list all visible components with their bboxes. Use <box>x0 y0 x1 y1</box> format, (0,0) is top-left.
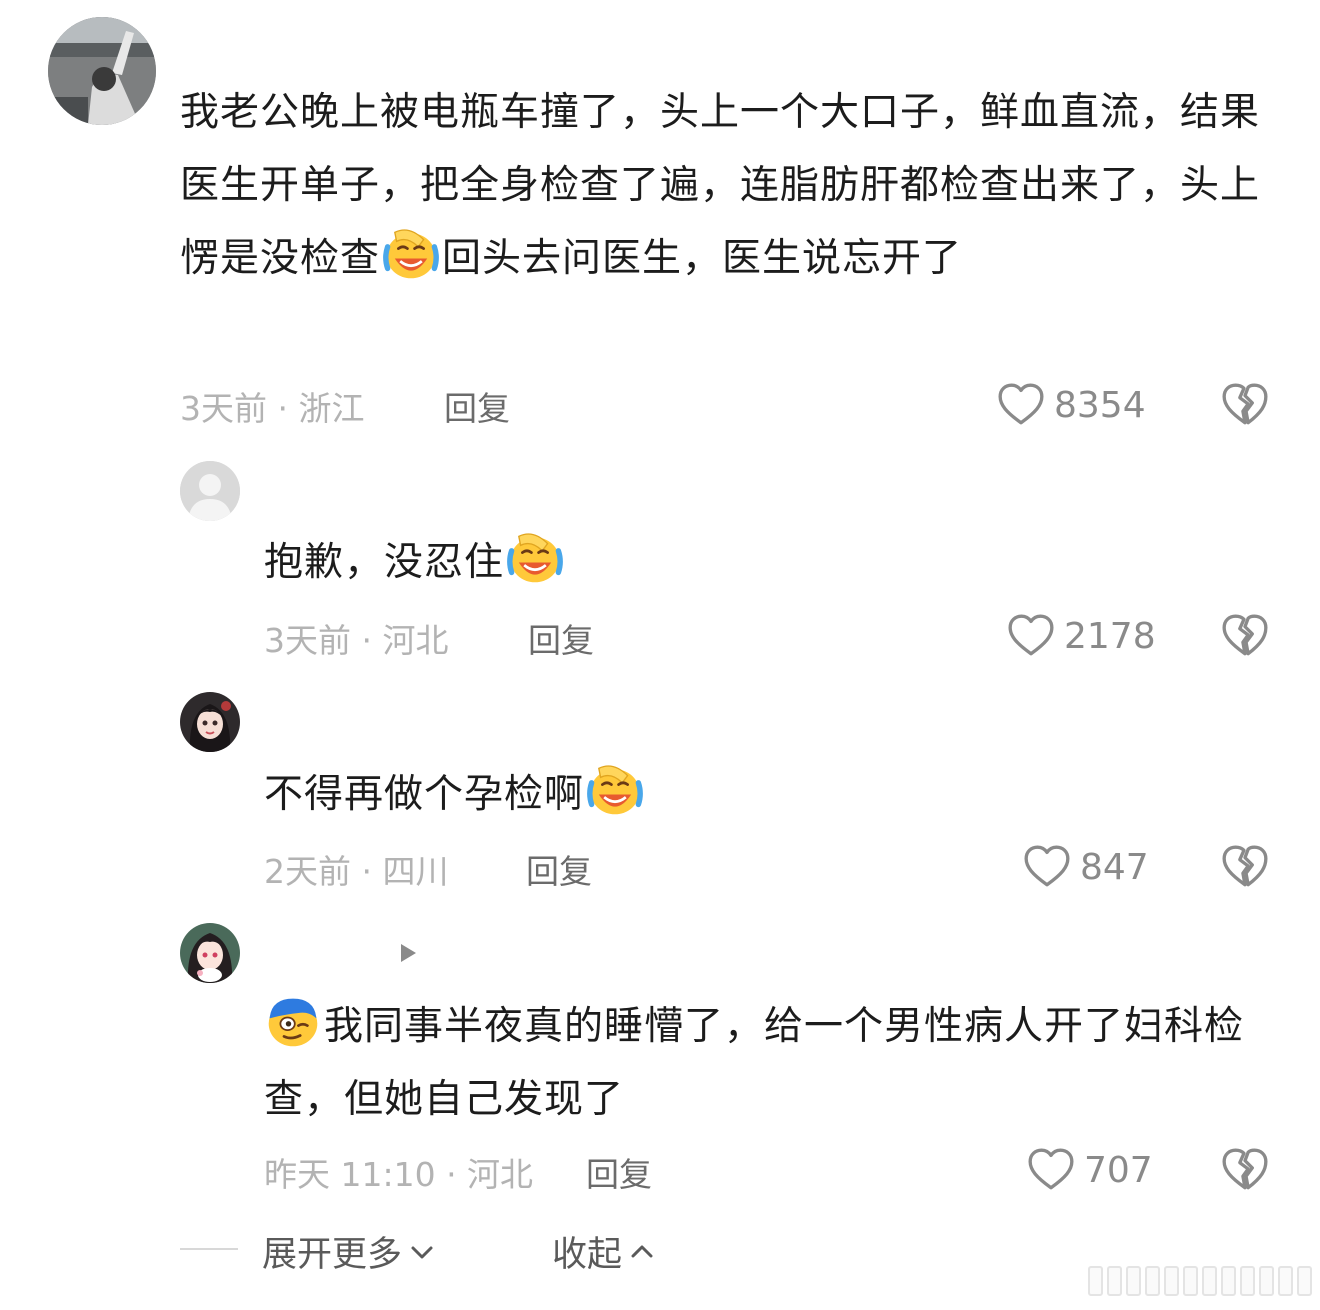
default-avatar-icon <box>180 461 240 521</box>
avatar[interactable] <box>48 17 156 125</box>
like-button[interactable]: 8354 <box>996 380 1146 430</box>
like-button[interactable]: 707 <box>1026 1145 1153 1195</box>
watermark <box>1088 1266 1312 1296</box>
heart-icon <box>1026 1145 1076 1195</box>
comment-meta: 昨天 11:10 · 河北 <box>264 1155 534 1194</box>
avatar[interactable] <box>180 923 240 983</box>
sleepy-emoji-icon <box>264 995 322 1049</box>
reply-button[interactable]: 回复 <box>526 845 592 893</box>
broken-heart-icon <box>1220 380 1270 430</box>
avatar-girl-icon <box>180 692 240 752</box>
comment-text: 我老公晚上被电瓶车撞了，头上一个大口子，鲜血直流，结果医生开单子，把全身检查了遍… <box>180 90 1261 281</box>
laugh-cry-emoji-icon <box>586 763 644 817</box>
comment-text: 我同事半夜真的睡懵了，给一个男性病人开了妇科检查，但她自己发现了 <box>264 990 1264 1136</box>
heart-icon <box>996 380 1046 430</box>
like-button[interactable]: 847 <box>1022 842 1149 892</box>
avatar[interactable] <box>180 692 240 752</box>
heart-icon <box>1006 611 1056 661</box>
comment-text: 抱歉，没忍住 <box>264 526 1264 599</box>
avatar[interactable] <box>180 461 240 521</box>
like-button[interactable]: 2178 <box>1006 611 1156 661</box>
avatar-girl-icon <box>180 923 240 983</box>
dislike-button[interactable] <box>1220 611 1270 661</box>
play-triangle-icon <box>401 944 416 962</box>
dislike-button[interactable] <box>1220 1145 1270 1195</box>
divider <box>180 1248 238 1250</box>
reply-button[interactable]: 回复 <box>586 1148 652 1196</box>
like-count: 8354 <box>1054 384 1146 426</box>
expand-more-button[interactable]: 展开更多 <box>262 1226 436 1277</box>
broken-heart-icon <box>1220 842 1270 892</box>
dislike-button[interactable] <box>1220 380 1270 430</box>
broken-heart-icon <box>1220 611 1270 661</box>
laugh-cry-emoji-icon <box>382 227 440 281</box>
chevron-down-icon <box>411 1246 433 1258</box>
broken-heart-icon <box>1220 1145 1270 1195</box>
like-count: 707 <box>1084 1149 1153 1191</box>
collapse-button[interactable]: 收起 <box>552 1226 656 1277</box>
avatar-photo-icon <box>48 17 156 125</box>
comment-meta: 3天前 · 浙江 <box>180 389 365 428</box>
like-count: 847 <box>1080 846 1149 888</box>
dislike-button[interactable] <box>1220 842 1270 892</box>
comment-meta: 3天前 · 河北 <box>264 621 449 660</box>
reply-button[interactable]: 回复 <box>444 382 510 430</box>
heart-icon <box>1022 842 1072 892</box>
like-count: 2178 <box>1064 615 1156 657</box>
comment-meta: 2天前 · 四川 <box>264 852 449 891</box>
laugh-cry-emoji-icon <box>506 531 564 585</box>
reply-button[interactable]: 回复 <box>528 614 594 662</box>
comment-text: 不得再做个孕检啊 <box>264 758 1264 831</box>
chevron-up-icon <box>631 1245 653 1257</box>
